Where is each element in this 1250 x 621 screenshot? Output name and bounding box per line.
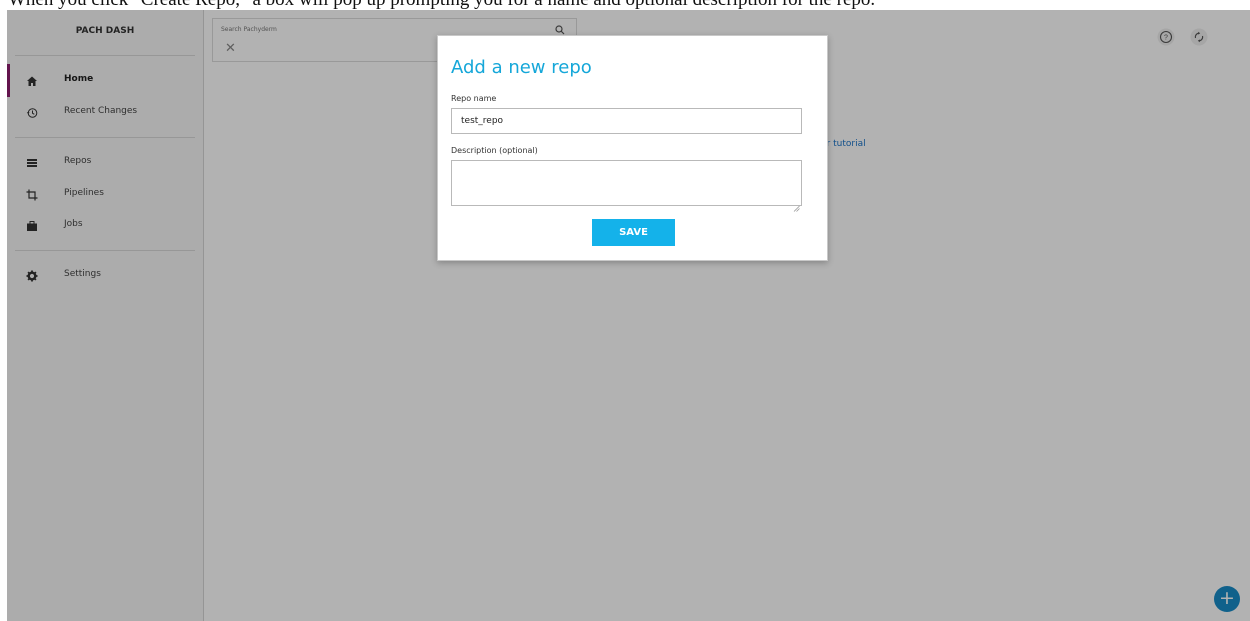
- resize-grip-icon[interactable]: [793, 197, 800, 216]
- repo-name-label: Repo name: [451, 94, 497, 103]
- save-button[interactable]: SAVE: [592, 219, 675, 246]
- app-window: PACH DASH Home Recent Changes Repos Pipe…: [7, 10, 1250, 621]
- caption-text: When you click "Create Repo," a box will…: [0, 0, 1250, 10]
- repo-name-input[interactable]: test_repo: [451, 108, 802, 134]
- description-label: Description (optional): [451, 146, 538, 155]
- description-textarea[interactable]: [451, 160, 802, 206]
- add-repo-dialog: Add a new repo Repo name test_repo Descr…: [437, 35, 828, 261]
- dialog-title: Add a new repo: [451, 57, 592, 78]
